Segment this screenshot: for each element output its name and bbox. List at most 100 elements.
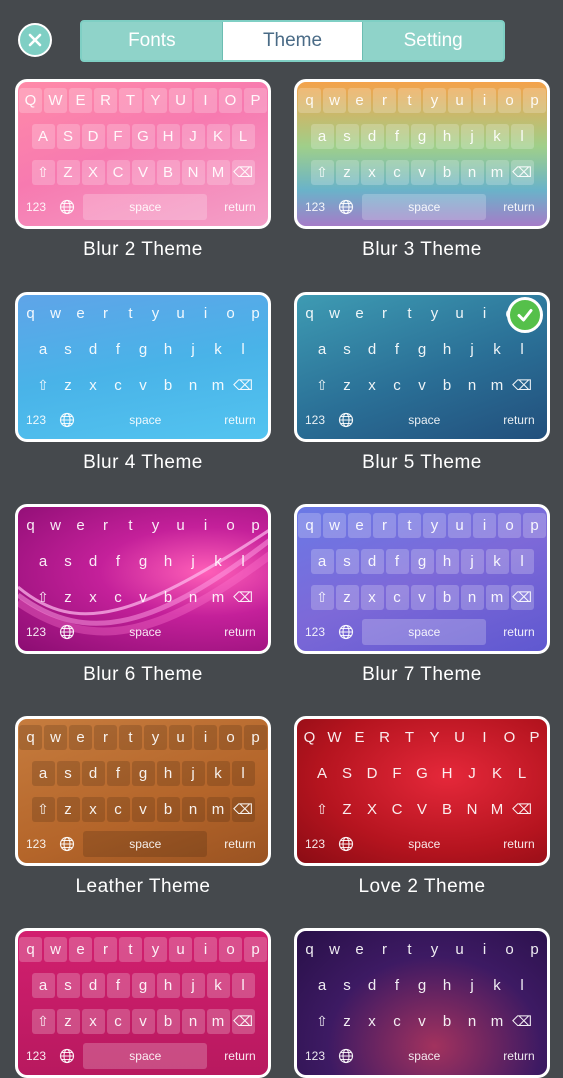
keyboard-preview[interactable]: qwertyuiopasdfghjkl⇧zxcvbnm⌫123spaceretu… [15,292,271,442]
keyboard-preview[interactable]: qwertyuiopasdfghjkl⇧zxcvbnm⌫123spaceretu… [294,79,550,229]
return-key: return [224,413,256,427]
letter-key: o [219,937,242,962]
theme-card[interactable]: qwertyuiopasdfghjkl⇧zxcvbnm⌫123spaceretu… [15,928,271,1078]
theme-card[interactable]: qwertyuiopasdfghjkl⇧zxcvbnm⌫123spaceretu… [294,79,550,260]
letter-key: n [188,589,198,606]
theme-card[interactable]: qwertyuiopasdfghjkl⇧zxcvbnm⌫123spaceretu… [294,504,550,685]
keyboard-preview[interactable]: qwertyuiopasdfghjkl⇧zxcvbnm⌫123spaceretu… [15,716,271,866]
theme-card[interactable]: qwertyuiopasdfghjkl⇧zxcvbnm⌫123spaceretu… [15,292,271,473]
letter-key: l [231,761,255,786]
letter-key: g [138,341,148,358]
shift-key: ⇧ [310,160,334,185]
key-row: ⇧ Z X C V B N M ⌫ [297,797,547,822]
bottom-key-row: 123 space return [22,831,264,857]
letter-key: z [343,1013,351,1030]
letter-key: o [498,88,521,113]
letter-key: m [206,797,230,822]
letter-key: v [131,797,155,822]
key-row: ⇧ z x c v b n m ⌫ [18,373,268,398]
theme-grid: Q W E R T Y U I O P A S D F G H J K L ⇧ Z X C V B N M ⌫ 123 space retu… [0,0,563,1078]
letter-key: h [442,977,452,994]
letter-key: s [343,977,351,994]
theme-card[interactable]: qwertyuiopasdfghjkl⇧zxcvbnm⌫123spaceretu… [294,928,550,1078]
letter-key: K [491,765,502,782]
letter-key: v [139,377,147,394]
letter-key: i [203,517,208,534]
letter-key: x [360,585,384,610]
theme-card[interactable]: Q W E R T Y U I O P A S D F G H J K L ⇧ Z X C V B N M ⌫ 123 space retu… [15,79,271,260]
globe-icon [59,836,74,852]
shift-key: ⇧ [31,797,55,822]
letter-key: v [418,377,426,394]
letter-key: s [335,124,359,149]
shift-key: ⇧ [316,1013,328,1029]
keyboard-preview[interactable]: qwertyuiopasdfghjkl⇧zxcvbnm⌫123spaceretu… [15,928,271,1078]
letter-key: b [435,585,459,610]
backspace-key: ⌫ [233,589,253,605]
letter-key: a [31,973,55,998]
theme-card[interactable]: qwertyuiopasdfghjkl⇧zxcvbnm⌫123spaceretu… [294,292,550,473]
key-row: asdfghjkl [18,973,268,998]
space-key: space [83,194,208,220]
letter-key: b [156,797,180,822]
letter-key: q [298,88,321,113]
letter-key: d [88,553,98,570]
letter-key: p [530,941,539,958]
letter-key: e [76,517,85,534]
key-row: asdfghjkl [297,337,547,362]
letter-key: u [169,937,192,962]
letter-key: j [470,341,474,358]
space-key: space [83,1043,208,1069]
letter-key: h [163,553,173,570]
bottom-key-row: 123 space return [301,1043,543,1069]
keyboard-preview[interactable]: qwertyuiopasdfghjkl⇧zxcvbnm⌫123spaceretu… [15,504,271,654]
globe-icon [59,1048,74,1064]
letter-key: z [64,589,72,606]
space-key: space [129,413,162,427]
letter-key: T [404,729,415,746]
theme-card[interactable]: qwertyuiopasdfghjkl⇧zxcvbnm⌫123spaceretu… [15,504,271,685]
keyboard-preview[interactable]: Q W E R T Y U I O P A S D F G H J K L ⇧ Z X C V B N M ⌫ 123 space retu… [294,716,550,866]
letter-key: h [435,124,459,149]
letter-key: t [119,937,142,962]
letter-key: y [144,725,167,750]
theme-card[interactable]: Q W E R T Y U I O P A S D F G H J K L ⇧ Z X C V B N M ⌫ 123 space retu… [294,716,550,897]
letter-key: x [368,377,376,394]
letter-key: c [106,1009,130,1034]
keyboard-preview[interactable]: qwertyuiopasdfghjkl⇧zxcvbnm⌫123spaceretu… [294,504,550,654]
letter-key: d [367,977,377,994]
return-key: return [224,837,256,851]
key-row: asdfghjkl [297,124,547,149]
letter-key: i [482,941,487,958]
key-row: QWERTYUIOP [18,88,268,113]
shift-key: ⇧ [316,377,328,393]
letter-key: r [382,941,387,958]
backspace-key: ⌫ [231,160,255,185]
letter-key: g [410,124,434,149]
letter-key: d [88,341,98,358]
letter-key: x [360,160,384,185]
key-row: qwertyuiop [297,513,547,538]
key-row: ⇧ z x c v b n m ⌫ [297,160,547,185]
theme-card[interactable]: qwertyuiopasdfghjkl⇧zxcvbnm⌫123spaceretu… [15,716,271,897]
letter-key: U [454,729,465,746]
letter-key: d [360,549,384,574]
keyboard-preview[interactable]: Q W E R T Y U I O P A S D F G H J K L ⇧ Z X C V B N M ⌫ 123 space retu… [15,79,271,229]
letter-key: g [131,973,155,998]
letter-key: k [485,549,509,574]
letter-key: C [106,160,130,185]
letter-key: y [423,88,446,113]
numbers-key: 123 [304,413,326,427]
keyboard-preview[interactable]: qwertyuiopasdfghjkl⇧zxcvbnm⌫123spaceretu… [294,292,550,442]
theme-name: Blur 2 Theme [83,239,203,260]
letter-key: y [151,305,160,322]
letter-key: z [64,377,72,394]
theme-name: Leather Theme [75,876,211,897]
letter-key: c [385,585,409,610]
keyboard-preview[interactable]: qwertyuiopasdfghjkl⇧zxcvbnm⌫123spaceretu… [294,928,550,1078]
letter-key: r [373,88,396,113]
letter-key: K [206,124,230,149]
numbers-key: 123 [304,837,326,851]
numbers-key: 123 [304,200,326,214]
key-row: asdfghjkl [18,761,268,786]
